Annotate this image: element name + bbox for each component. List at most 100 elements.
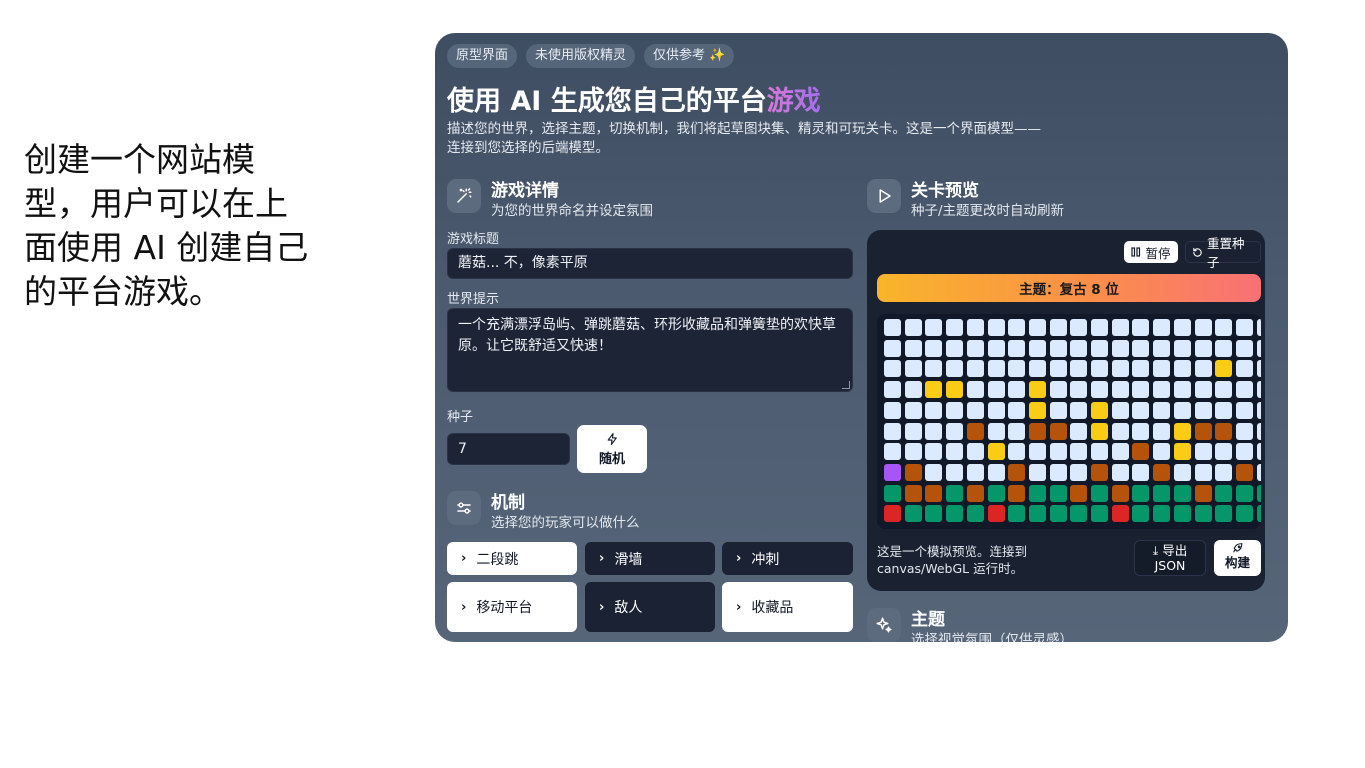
tile-sky — [1070, 381, 1088, 399]
tile-sky — [884, 381, 901, 399]
export-json-button[interactable]: ⤓ 导出 JSON — [1134, 540, 1206, 576]
tile-grass — [1256, 484, 1261, 502]
tile-sky — [987, 319, 1005, 336]
tile-sky — [1008, 319, 1026, 336]
tile-sky — [1070, 319, 1088, 336]
build-button[interactable]: 构建 — [1214, 540, 1261, 576]
tile-sky — [1132, 339, 1150, 357]
page-caption: 创建一个网站模型，用户可以在上面使用 AI 创建自己的平台游戏。 — [24, 140, 309, 311]
tile-sky — [1153, 422, 1171, 440]
mechanic-label: 二段跳 — [476, 551, 519, 568]
tile-sky — [946, 463, 964, 481]
preview-title: 关卡预览 — [911, 181, 979, 201]
tile-sky — [1173, 339, 1191, 357]
tile-sky — [904, 360, 922, 378]
resize-handle[interactable] — [842, 381, 850, 389]
tile-sky — [1091, 381, 1108, 399]
tile-grass — [987, 484, 1005, 502]
pause-label: 暂停 — [1145, 245, 1171, 261]
tile-sky — [1070, 463, 1088, 481]
tile-brick — [966, 422, 984, 440]
mechanic-toggle-double-jump[interactable]: › 二段跳 — [447, 542, 577, 575]
mechanic-toggle-wall-slide[interactable]: › 滑墙 — [585, 542, 715, 575]
tile-sky — [1215, 463, 1233, 481]
world-prompt-textarea[interactable]: 一个充满漂浮岛屿、弹跳蘑菇、环形收藏品和弹簧垫的欢快草原。让它既舒适又快速！ — [447, 308, 853, 392]
tile-brick — [1194, 422, 1212, 440]
tile-enemy — [884, 463, 901, 481]
tile-sky — [1235, 360, 1253, 378]
tile-sky — [966, 319, 984, 336]
tile-sky — [1111, 360, 1129, 378]
tile-grass — [1028, 484, 1046, 502]
mechanic-label: 敌人 — [614, 600, 643, 616]
details-title: 游戏详情 — [491, 181, 559, 201]
tile-brick — [1111, 484, 1129, 502]
app-window: 原型界面 未使用版权精灵 仅供参考 ✨ 使用 AI 生成您自己的平台游戏 描述您… — [435, 33, 1288, 642]
tile-sky — [1132, 360, 1150, 378]
tile-sky — [1173, 463, 1191, 481]
tile-sky — [1008, 401, 1026, 419]
tile-sky — [1215, 381, 1233, 399]
seed-input[interactable]: 7 — [447, 433, 570, 465]
mechanic-toggle-enemies[interactable]: › 敌人 — [585, 582, 715, 632]
tile-sky — [1256, 360, 1261, 378]
tile-coin — [925, 381, 943, 399]
tile-sky — [1132, 319, 1150, 336]
tile-sky — [1049, 339, 1067, 357]
tile-sky — [1235, 381, 1253, 399]
tile-sky — [1235, 422, 1253, 440]
mechanic-toggle-dash[interactable]: › 冲刺 — [722, 542, 853, 575]
tile-sky — [884, 401, 901, 419]
tile-sky — [1153, 339, 1171, 357]
tile-brick — [925, 484, 943, 502]
tile-grass — [946, 505, 964, 523]
tile-sky — [1173, 319, 1191, 336]
tile-sky — [1008, 381, 1026, 399]
tile-brick — [1194, 484, 1212, 502]
tile-sky — [987, 339, 1005, 357]
tile-sky — [987, 422, 1005, 440]
chevron-right-icon: › — [736, 551, 742, 566]
mechanic-label: 冲刺 — [751, 551, 780, 568]
mechanic-toggle-collectibles[interactable]: › 收藏品 — [722, 582, 853, 632]
game-title-input[interactable]: 蘑菇... 不，像素平原 — [447, 248, 853, 279]
random-seed-button[interactable]: 随机 — [577, 425, 647, 473]
tile-sky — [904, 422, 922, 440]
tile-grass — [966, 505, 984, 523]
pause-button[interactable]: 暂停 — [1124, 241, 1178, 263]
tile-sky — [1194, 381, 1212, 399]
tile-sky — [946, 319, 964, 336]
tile-sky — [1194, 463, 1212, 481]
tile-coin — [1173, 443, 1191, 461]
tile-brick — [1132, 443, 1150, 461]
tile-sky — [904, 339, 922, 357]
tile-sky — [1256, 381, 1261, 399]
tile-sky — [1235, 319, 1253, 336]
tile-sky — [1235, 443, 1253, 461]
tile-grass — [1153, 484, 1171, 502]
tile-sky — [925, 443, 943, 461]
tile-grass — [1235, 484, 1253, 502]
tile-coin — [1028, 381, 1046, 399]
reset-icon — [1192, 247, 1203, 258]
tile-sky — [1111, 422, 1129, 440]
reset-seed-button[interactable]: 重置种子 — [1185, 236, 1261, 270]
mechanic-toggle-moving-platforms[interactable]: › 移动平台 — [447, 582, 577, 632]
tile-sky — [1008, 443, 1026, 461]
tile-coin — [987, 443, 1005, 461]
tile-sky — [1215, 401, 1233, 419]
tile-sky — [1070, 443, 1088, 461]
tile-sky — [1194, 443, 1212, 461]
tile-brick — [1028, 422, 1046, 440]
tile-coin — [1091, 401, 1108, 419]
tile-grass — [925, 505, 943, 523]
tile-grass — [1132, 484, 1150, 502]
tile-sky — [925, 401, 943, 419]
seed-label: 种子 — [447, 410, 474, 425]
world-prompt-text: 一个充满漂浮岛屿、弹跳蘑菇、环形收藏品和弹簧垫的欢快草原。让它既舒适又快速！ — [458, 317, 836, 354]
sliders-icon — [447, 491, 481, 525]
tile-sky — [1153, 381, 1171, 399]
tile-sky — [1028, 463, 1046, 481]
tile-sky — [1111, 339, 1129, 357]
tile-brick — [1008, 484, 1026, 502]
